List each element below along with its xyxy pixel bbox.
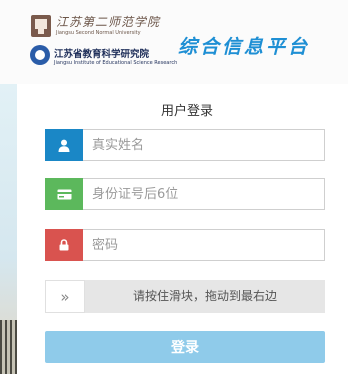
id-field — [45, 178, 325, 210]
institute-badge-icon — [30, 45, 50, 65]
header: 江苏第二师范学院 Jiangsu Second Normal Universit… — [0, 0, 348, 84]
jier-name-cn: 江苏省教育科学研究院 — [54, 49, 150, 60]
id-card-icon — [45, 178, 83, 210]
jsnu-name-en: Jiangsu Second Normal University — [56, 30, 141, 36]
double-chevron-right-icon: » — [60, 287, 70, 306]
user-icon — [45, 129, 83, 161]
name-input[interactable] — [92, 130, 317, 160]
background-photo — [0, 84, 17, 374]
jier-logo: 江苏省教育科学研究院 Jiangsu Institute of Educatio… — [30, 44, 177, 72]
platform-title: 综合信息平台 — [178, 36, 311, 58]
login-card: 用户登录 » 请按住滑块，拖动到最右边 登录 — [17, 84, 348, 374]
slider-hint: 请按住滑块，拖动到最右边 — [132, 289, 277, 303]
name-field — [45, 129, 325, 161]
password-input[interactable] — [92, 230, 317, 260]
jsnu-name-script: 江苏第二师范学院 — [56, 15, 161, 29]
slider-handle[interactable]: » — [45, 280, 85, 313]
slide-verify: » 请按住滑块，拖动到最右边 — [45, 280, 325, 313]
login-button[interactable]: 登录 — [45, 331, 325, 363]
password-field — [45, 229, 325, 261]
background-fence — [0, 320, 17, 374]
id-number-input[interactable] — [92, 179, 317, 209]
university-seal-icon — [31, 15, 51, 37]
jier-name-en: Jiangsu Institute of Educational Science… — [54, 60, 178, 66]
login-title: 用户登录 — [160, 104, 213, 119]
lock-icon — [45, 229, 83, 261]
jsnu-logo: 江苏第二师范学院 Jiangsu Second Normal Universit… — [30, 12, 170, 42]
